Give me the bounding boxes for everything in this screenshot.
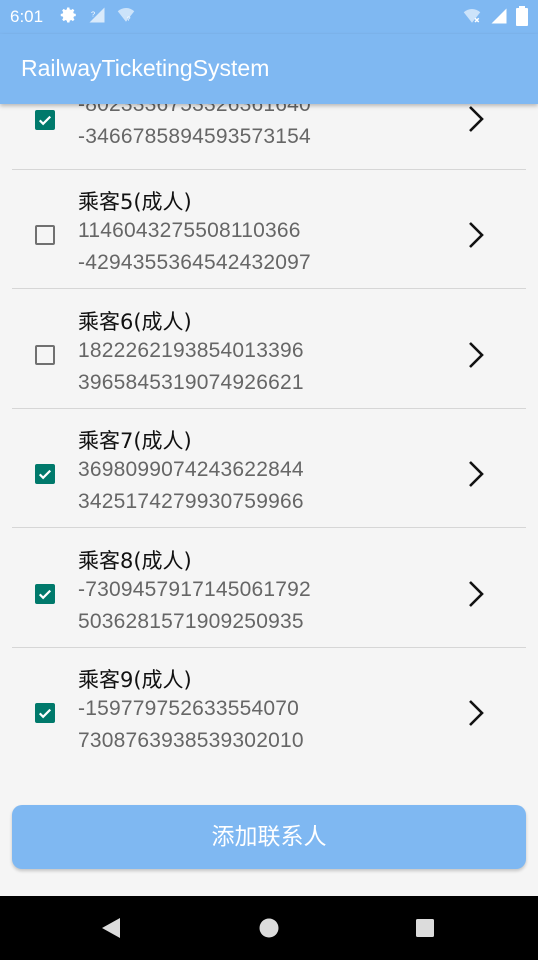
passenger-number-1: -8023336753326361640 [78, 104, 311, 116]
add-contact-button[interactable]: 添加联系人 [12, 805, 526, 869]
status-bar: 6:01 ? ? [0, 0, 538, 34]
system-nav-bar [0, 896, 538, 960]
svg-text:?: ? [127, 16, 131, 23]
passenger-item[interactable]: 乘客8(成人) -7309457917145061792 50362815719… [12, 528, 526, 648]
passenger-number-2: -4294355364542432097 [78, 251, 311, 274]
passenger-item[interactable]: 乘客7(成人) 3698099074243622844 342517427993… [12, 408, 526, 528]
passenger-name: 乘客7(成人) [78, 429, 192, 453]
gear-icon [60, 7, 76, 23]
passenger-number-2: 5036281571909250935 [78, 610, 304, 633]
passenger-checkbox[interactable] [35, 464, 55, 484]
passenger-number-1: -159779752633554070 [78, 697, 300, 720]
passenger-checkbox[interactable] [35, 584, 55, 604]
passenger-checkbox[interactable] [35, 225, 55, 245]
passenger-checkbox[interactable] [35, 703, 55, 723]
chevron-right-icon[interactable] [464, 579, 488, 609]
passenger-item[interactable]: 乘客5(成人) 1146043275508110366 -42943553645… [12, 169, 526, 289]
passenger-item[interactable]: 乘客6(成人) 1822262193854013396 396584531907… [12, 289, 526, 409]
passenger-checkbox[interactable] [35, 345, 55, 365]
passenger-number-2: 7308763938539302010 [78, 729, 304, 752]
back-icon[interactable] [100, 916, 122, 940]
home-icon[interactable] [258, 916, 280, 940]
passenger-name: 乘客8(成人) [78, 549, 192, 573]
status-time: 6:01 [10, 7, 44, 26]
recents-icon[interactable] [414, 916, 436, 940]
no-signal-icon: ? [89, 7, 105, 23]
battery-icon [516, 6, 528, 26]
app-bar: RailwayTicketingSystem [0, 34, 538, 104]
passenger-number-1: -7309457917145061792 [78, 578, 311, 601]
passenger-number-1: 3698099074243622844 [78, 458, 304, 481]
chevron-right-icon[interactable] [464, 220, 488, 250]
passenger-number-2: -3466785894593573154 [78, 125, 311, 148]
passenger-checkbox[interactable] [35, 110, 55, 130]
passenger-number-2: 3425174279930759966 [78, 490, 304, 513]
passenger-item[interactable]: 乘客9(成人) -159779752633554070 730876393853… [12, 647, 526, 766]
passenger-name: 乘客6(成人) [78, 310, 192, 334]
wifi-question-icon: ? [117, 7, 135, 23]
chevron-right-icon[interactable] [464, 459, 488, 489]
wifi-off-icon [463, 8, 481, 23]
passenger-number-2: 3965845319074926621 [78, 371, 304, 394]
passenger-number-1: 1822262193854013396 [78, 339, 304, 362]
passenger-name: 乘客5(成人) [78, 190, 192, 214]
passenger-list[interactable]: -8023336753326361640 -346678589459357315… [0, 104, 538, 784]
passenger-number-1: 1146043275508110366 [78, 219, 301, 242]
chevron-right-icon[interactable] [464, 698, 488, 728]
passenger-item[interactable]: -8023336753326361640 -346678589459357315… [12, 104, 526, 170]
app-title: RailwayTicketingSystem [21, 55, 270, 81]
cell-signal-icon [491, 8, 507, 24]
passenger-name: 乘客9(成人) [78, 668, 192, 692]
chevron-right-icon[interactable] [464, 104, 488, 134]
chevron-right-icon[interactable] [464, 340, 488, 370]
svg-text:?: ? [91, 10, 95, 19]
